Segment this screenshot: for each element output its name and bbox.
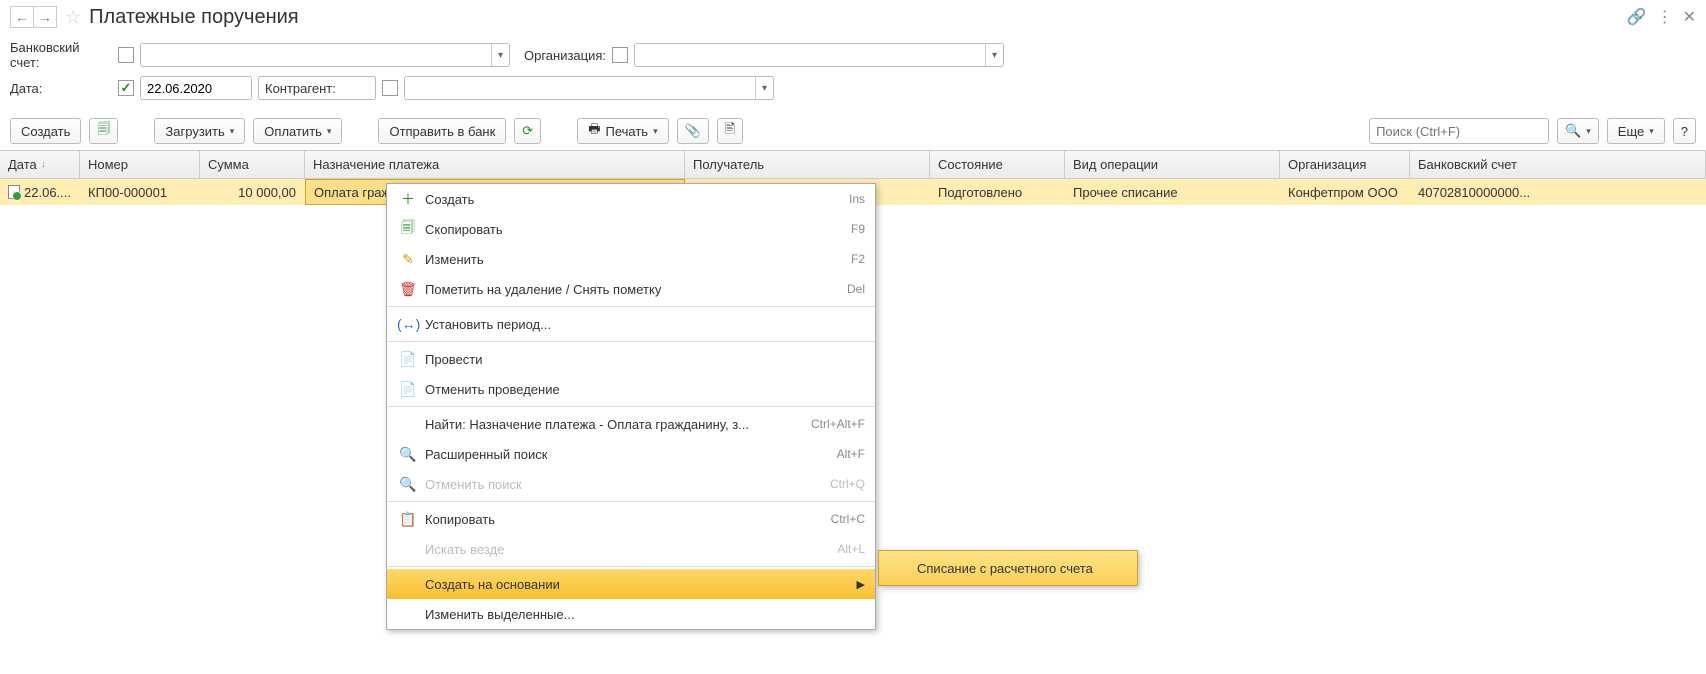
separator <box>387 566 875 567</box>
counterparty-input[interactable] <box>405 77 755 99</box>
col-date[interactable]: Дата↓ <box>0 151 80 178</box>
ctx-cancel-search: 🔍Отменить поискCtrl+Q <box>387 469 875 499</box>
favorite-star-icon[interactable]: ☆ <box>65 7 81 28</box>
col-sum[interactable]: Сумма <box>200 151 305 178</box>
submenu-arrow-icon: ▶ <box>857 578 865 591</box>
bank-account-input[interactable] <box>141 44 491 66</box>
refresh-button[interactable]: ⟳ <box>514 118 541 144</box>
context-menu: ＋СоздатьIns 🗐СкопироватьF9 ✎ИзменитьF2 🗑… <box>386 183 876 630</box>
counterparty-label-combo[interactable]: ▾ <box>258 76 376 100</box>
load-button[interactable]: Загрузить▾ <box>154 118 245 144</box>
plus-icon: ＋ <box>397 189 419 209</box>
ctx-clipboard-copy[interactable]: 📋КопироватьCtrl+C <box>387 504 875 534</box>
send-to-bank-button[interactable]: Отправить в банк <box>378 118 506 144</box>
dropdown-icon[interactable]: ▾ <box>985 44 1003 66</box>
search-icon: 🔍 <box>397 446 419 463</box>
counterparty-checkbox[interactable] <box>382 80 398 96</box>
search-menu-button[interactable]: 🔍▾ <box>1557 118 1599 144</box>
col-recipient[interactable]: Получатель <box>685 151 930 178</box>
period-icon: (↔) <box>397 316 419 332</box>
org-checkbox[interactable] <box>612 47 628 63</box>
related-icon: 🖹 <box>725 120 735 142</box>
col-number[interactable]: Номер <box>80 151 200 178</box>
create-button[interactable]: Создать <box>10 118 81 144</box>
org-input[interactable] <box>635 44 985 66</box>
ctx-edit[interactable]: ✎ИзменитьF2 <box>387 244 875 274</box>
col-account[interactable]: Банковский счет <box>1410 151 1706 178</box>
submenu-writeoff[interactable]: Списание с расчетного счета <box>879 551 1137 585</box>
nav-forward-button[interactable]: → <box>33 6 57 28</box>
cell-org: Конфетпром ООО <box>1280 179 1410 205</box>
page-title: Платежные поручения <box>89 6 298 29</box>
more-button[interactable]: Еще▾ <box>1607 118 1665 144</box>
printer-icon: 🖶 <box>588 120 600 142</box>
cell-number: КП00-000001 <box>80 179 200 205</box>
org-label: Организация: <box>524 48 606 63</box>
date-label: Дата: <box>10 81 112 96</box>
copy-button[interactable]: 🗐 <box>89 118 118 144</box>
date-checkbox[interactable] <box>118 80 134 96</box>
cell-date: 22.06.... <box>0 179 80 205</box>
paperclip-icon: 📎 <box>685 123 701 139</box>
ctx-mark-delete[interactable]: 🗑Пометить на удаление / Снять пометкуDel <box>387 274 875 304</box>
cell-optype: Прочее списание <box>1065 179 1280 205</box>
cell-account: 40702810000000... <box>1410 179 1706 205</box>
help-button[interactable]: ? <box>1673 118 1696 144</box>
dropdown-icon[interactable]: ▾ <box>491 44 509 66</box>
ctx-unpost[interactable]: 📄Отменить проведение <box>387 374 875 404</box>
attach-button[interactable]: 📎 <box>677 118 709 144</box>
table-header: Дата↓ Номер Сумма Назначение платежа Пол… <box>0 151 1706 179</box>
ctx-set-period[interactable]: (↔)Установить период... <box>387 309 875 339</box>
col-optype[interactable]: Вид операции <box>1065 151 1280 178</box>
delete-mark-icon: 🗑 <box>397 281 419 298</box>
document-status-icon <box>8 185 20 199</box>
sort-indicator-icon: ↓ <box>41 159 46 170</box>
more-vert-icon[interactable]: ⋮ <box>1657 7 1673 27</box>
bank-account-label: Банковский счет: <box>10 40 112 70</box>
cell-sum: 10 000,00 <box>200 179 305 205</box>
clipboard-icon: 📋 <box>397 511 419 528</box>
ctx-create-based-on[interactable]: Создать на основании▶ <box>387 569 875 599</box>
ctx-search-everywhere: Искать вездеAlt+L <box>387 534 875 564</box>
close-icon[interactable]: ✕ <box>1683 7 1696 27</box>
related-button[interactable]: 🖹 <box>717 118 743 144</box>
copy-icon: 🗐 <box>97 120 110 142</box>
counterparty-combo[interactable]: ▾ <box>404 76 774 100</box>
col-org[interactable]: Организация <box>1280 151 1410 178</box>
ctx-edit-selected[interactable]: Изменить выделенные... <box>387 599 875 629</box>
ctx-create[interactable]: ＋СоздатьIns <box>387 184 875 214</box>
search-box[interactable]: × <box>1369 118 1549 144</box>
copy-icon: 🗐 <box>397 217 419 241</box>
bank-account-checkbox[interactable] <box>118 47 134 63</box>
print-button[interactable]: 🖶Печать▾ <box>577 118 668 144</box>
ctx-find[interactable]: Найти: Назначение платежа - Оплата гражд… <box>387 409 875 439</box>
nav-back-button[interactable]: ← <box>10 6 34 28</box>
pencil-icon: ✎ <box>397 251 419 268</box>
dropdown-icon[interactable]: ▾ <box>755 77 773 99</box>
search-icon: 🔍 <box>1565 123 1581 139</box>
post-icon: 📄 <box>397 351 419 368</box>
ctx-post[interactable]: 📄Провести <box>387 344 875 374</box>
cancel-search-icon: 🔍 <box>397 476 419 493</box>
context-submenu: Списание с расчетного счета <box>878 550 1138 586</box>
ctx-advanced-search[interactable]: 🔍Расширенный поискAlt+F <box>387 439 875 469</box>
search-input[interactable] <box>1370 119 1558 143</box>
ctx-copy[interactable]: 🗐СкопироватьF9 <box>387 214 875 244</box>
org-combo[interactable]: ▾ <box>634 43 1004 67</box>
separator <box>387 341 875 342</box>
pay-button[interactable]: Оплатить▾ <box>253 118 342 144</box>
refresh-icon: ⟳ <box>522 123 533 139</box>
col-purpose[interactable]: Назначение платежа <box>305 151 685 178</box>
separator <box>387 306 875 307</box>
cell-state: Подготовлено <box>930 179 1065 205</box>
bank-account-combo[interactable]: ▾ <box>140 43 510 67</box>
link-icon[interactable]: 🔗 <box>1627 7 1647 27</box>
col-state[interactable]: Состояние <box>930 151 1065 178</box>
separator <box>387 501 875 502</box>
date-field[interactable]: 📅 <box>140 76 252 100</box>
unpost-icon: 📄 <box>397 381 419 398</box>
separator <box>387 406 875 407</box>
